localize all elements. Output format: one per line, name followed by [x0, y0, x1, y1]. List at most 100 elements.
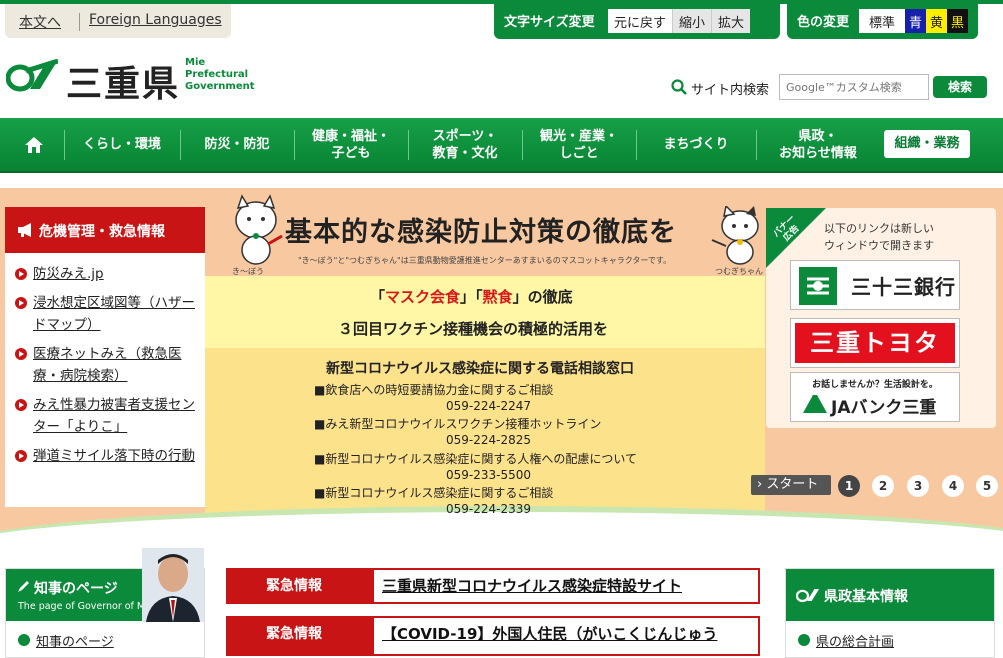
governor-photo: [142, 548, 204, 622]
crisis-link[interactable]: 浸水想定区域図等（ハザードマップ）: [15, 292, 205, 336]
mascot-name: き～ぼう: [232, 267, 264, 276]
prefecture-basic-info-panel: 県政基本情報 県の総合計画: [785, 568, 995, 658]
phone-number: 059-224-2247: [446, 399, 532, 413]
divider: [79, 13, 80, 31]
slider-start-button[interactable]: › スタート: [751, 475, 831, 495]
font-size-label: 文字サイズ変更: [504, 15, 595, 30]
banner-ads: バナー 広告 以下のリンクは新しい ウィンドウで開きます 三十三銀行 三重トヨタ…: [766, 208, 996, 428]
color-blue-button[interactable]: 青: [905, 9, 927, 33]
nav-item-life-environment[interactable]: くらし・環境: [66, 118, 178, 171]
nav-divider: [180, 130, 181, 160]
crisis-link-label: 浸水想定区域図等（ハザードマップ）: [33, 295, 195, 333]
phone-number: 059-224-2825: [446, 433, 532, 447]
megaphone-icon: [18, 223, 31, 237]
skip-to-main-link[interactable]: 本文へ: [19, 12, 61, 32]
color-yellow-button[interactable]: 黄: [926, 9, 948, 33]
basic-info-link[interactable]: 県の総合計画: [798, 631, 894, 650]
emergency-tag: 緊急情報: [228, 570, 374, 602]
nav-divider: [294, 130, 295, 160]
basic-info-link-label: 県の総合計画: [816, 635, 895, 650]
banner-toyota-name: 三重トヨタ: [795, 323, 955, 363]
hero-title: 基本的な感染防止対策の徹底を: [285, 217, 677, 248]
mascot-name: つむぎちゃん: [715, 267, 763, 276]
search-icon: [671, 79, 687, 95]
chevron-right-icon: ›: [757, 477, 763, 492]
font-larger-button[interactable]: 拡大: [711, 9, 751, 33]
hero-text: 」「: [460, 288, 483, 306]
crisis-link[interactable]: みえ性暴力被害者支援センター「よりこ」: [15, 394, 205, 438]
search-label: サイト内検索: [691, 83, 770, 98]
banner-ja-tagline: お話しませんか？生活設計を。: [812, 380, 938, 390]
mascot-kibou-icon: [235, 194, 283, 265]
nav-item-prefecture[interactable]: 県政・ お知らせ情報: [758, 118, 878, 171]
emergency-link[interactable]: 三重県新型コロナウイルス感染症特設サイト: [382, 575, 682, 596]
font-reset-button[interactable]: 元に戻す: [608, 9, 673, 33]
emergency-row[interactable]: 緊急情報 三重県新型コロナウイルス感染症特設サイト: [226, 568, 760, 604]
nav-item-organization[interactable]: 組織・業務: [884, 130, 970, 158]
logo-english: Mie Prefectural Government: [185, 57, 255, 93]
basic-info-header[interactable]: 県政基本情報: [786, 569, 994, 621]
crisis-link-label: みえ性暴力被害者支援センター「よりこ」: [33, 397, 195, 435]
banner-ja-bank[interactable]: お話しませんか？生活設計を。 JAバンク三重: [790, 372, 960, 422]
hero-line-vaccine: ３回目ワクチン接種機会の積極的活用を: [338, 320, 609, 338]
banner-note-line: 以下のリンクは新しい: [824, 222, 934, 235]
logo-en-line: Mie: [185, 57, 206, 68]
crisis-link[interactable]: 医療ネットみえ（救急医療・病院検索）: [15, 343, 205, 387]
slider-page-1[interactable]: 1: [838, 475, 860, 497]
slider-page-2[interactable]: 2: [872, 475, 894, 497]
emergency-tag: 緊急情報: [228, 618, 374, 654]
home-icon: [25, 136, 43, 153]
bullet-arrow-icon: [15, 268, 27, 280]
top-utility-bar: 本文へ Foreign Languages 文字サイズ変更 元に戻す 縮小 拡大…: [0, 0, 1003, 40]
governor-link[interactable]: 知事のページ: [18, 631, 114, 650]
bullet-arrow-icon: [15, 297, 27, 309]
pen-icon: [18, 581, 29, 592]
banner-mie-toyota[interactable]: 三重トヨタ: [790, 318, 960, 368]
nav-home[interactable]: [8, 118, 60, 171]
ja-logo-icon: [803, 395, 827, 413]
slider-page-5[interactable]: 5: [976, 475, 998, 497]
phone-consult-title: 新型コロナウイルス感染症に関する電話相談窓口: [326, 361, 634, 377]
nav-item-tourism[interactable]: 観光・産業・ しごと: [524, 118, 634, 171]
color-standard-button[interactable]: 標準: [859, 9, 906, 33]
hero-text: 」の徹底: [512, 288, 573, 306]
site-logo[interactable]: 三重県 Mie Prefectural Government: [6, 55, 256, 105]
search-input[interactable]: [779, 74, 929, 100]
slider-page-3[interactable]: 3: [907, 475, 929, 497]
phone-line-label: ■飲食店への時短要請協力金に関するご相談: [314, 383, 554, 397]
crisis-header: 危機管理・救急情報: [5, 207, 205, 253]
banner-bank-name: 三十三銀行: [851, 275, 956, 299]
nav-item-sports[interactable]: スポーツ・ 教育・文化: [410, 118, 520, 171]
logo-kanji: 三重県: [66, 64, 181, 105]
font-smaller-button[interactable]: 縮小: [672, 9, 712, 33]
crisis-link[interactable]: 弾道ミサイル落下時の行動: [15, 445, 205, 467]
crisis-link[interactable]: 防災みえ.jp: [15, 263, 205, 285]
nav-divider: [408, 130, 409, 160]
nav-item-disaster[interactable]: 防災・防犯: [182, 118, 292, 171]
crisis-link-label: 防災みえ.jp: [33, 266, 104, 282]
phone-number: 059-233-5500: [446, 468, 532, 482]
nav-divider: [636, 130, 637, 160]
logo-en-line: Prefectural: [185, 69, 249, 80]
governor-link-label: 知事のページ: [36, 635, 114, 650]
hero-line-mask: 「マスク会食」「黙食」の徹底: [370, 286, 573, 307]
foreign-languages-link[interactable]: Foreign Languages: [89, 12, 222, 28]
emergency-row[interactable]: 緊急情報 【COVID-19】外国人住民（がいこくじんじゅう: [226, 616, 760, 656]
slider-page-4[interactable]: 4: [942, 475, 964, 497]
banner-33-bank[interactable]: 三十三銀行: [790, 260, 960, 310]
slider-start-label: スタート: [766, 477, 819, 492]
skip-links: 本文へ Foreign Languages: [5, 4, 231, 38]
emergency-link[interactable]: 【COVID-19】外国人住民（がいこくじんじゅう: [382, 623, 717, 644]
hero-mascot-note: "き～ぼう"と"つむぎちゃん"は三重県動物愛護推進センターあすまいるのマスコット…: [298, 256, 672, 265]
search-button[interactable]: 検索: [933, 76, 987, 98]
color-black-button[interactable]: 黒: [947, 9, 969, 33]
nav-item-health[interactable]: 健康・福祉・ 子ども: [296, 118, 406, 171]
crisis-link-label: 弾道ミサイル落下時の行動: [33, 448, 195, 464]
governor-subtitle: The page of Governor of Mie: [18, 601, 154, 612]
bullet-arrow-icon: [798, 634, 810, 646]
global-nav: くらし・環境 防災・防犯 健康・福祉・ 子ども スポーツ・ 教育・文化 観光・産…: [0, 118, 1003, 173]
nav-item-town[interactable]: まちづくり: [638, 118, 754, 171]
phone-number: 059-224-2339: [446, 502, 532, 516]
nav-divider: [756, 130, 757, 160]
hero-text-red: マスク会食: [385, 288, 461, 306]
